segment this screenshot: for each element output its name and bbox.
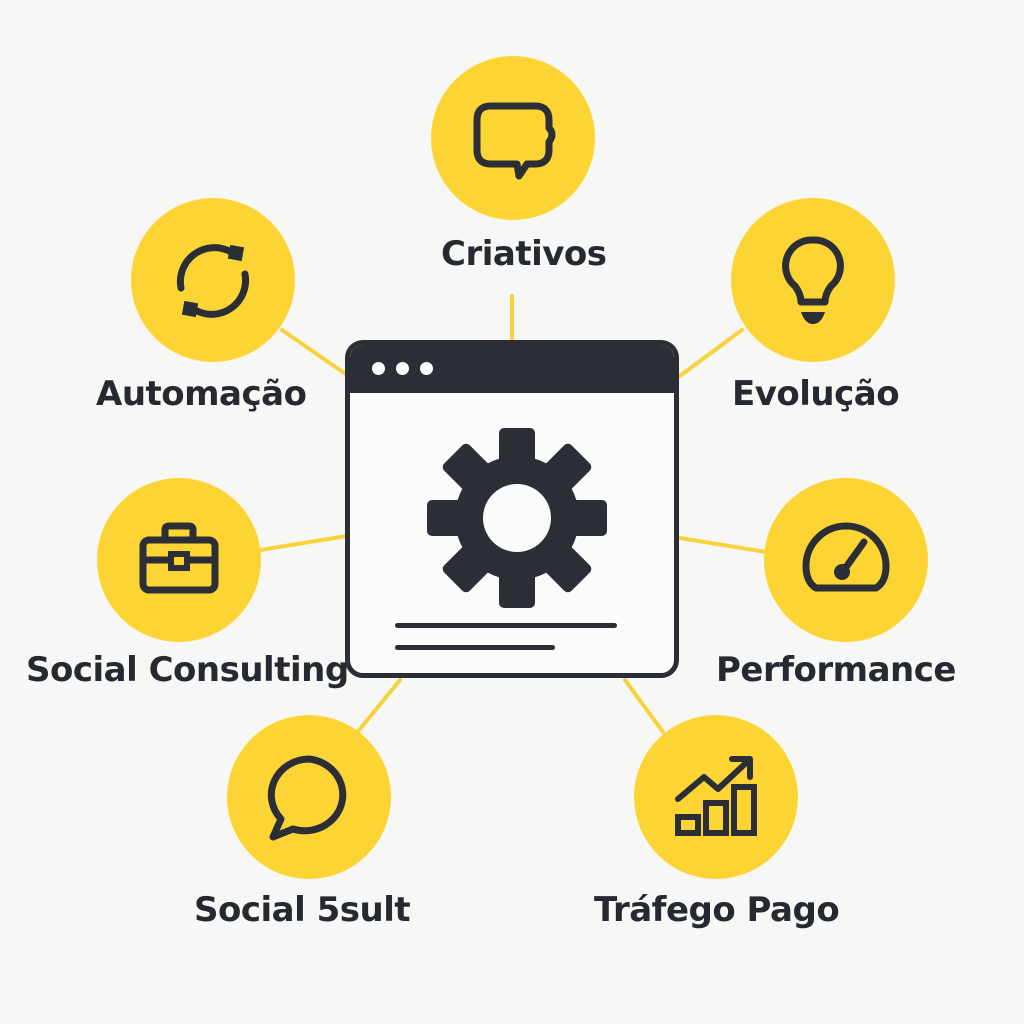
connector-evolucao — [675, 328, 744, 380]
gear-icon — [422, 423, 612, 617]
briefcase-icon — [139, 522, 219, 594]
lightbulb-icon — [782, 236, 844, 324]
label-social-5sult: Social 5sult — [194, 890, 411, 930]
speedometer-icon — [802, 522, 890, 592]
window-control-dot — [396, 362, 409, 375]
connector-automacao — [280, 328, 349, 377]
connector-social-consulting — [258, 534, 349, 552]
label-criativos: Criativos — [441, 234, 607, 274]
label-social-consulting: Social Consulting — [26, 650, 349, 690]
window-titlebar — [350, 345, 674, 393]
window-text-line — [395, 623, 617, 628]
growth-chart-icon — [675, 756, 757, 836]
connector-social-5sult — [353, 678, 402, 737]
chat-bubble-icon — [473, 102, 556, 180]
node-social-consulting[interactable] — [97, 478, 261, 642]
label-performance: Performance — [716, 650, 956, 690]
label-trafego-pago: Tráfego Pago — [594, 890, 840, 930]
label-evolucao: Evolução — [732, 374, 900, 414]
connector-trafego-pago — [623, 678, 665, 734]
connector-performance — [678, 536, 768, 554]
window-control-dot — [420, 362, 433, 375]
refresh-cycle-icon — [176, 244, 250, 318]
node-automacao[interactable] — [131, 198, 295, 362]
node-performance[interactable] — [764, 478, 928, 642]
window-text-line — [395, 645, 555, 650]
window-control-dot — [372, 362, 385, 375]
central-app-window — [345, 340, 679, 678]
node-social-5sult[interactable] — [227, 715, 391, 879]
node-criativos[interactable] — [431, 56, 595, 220]
node-evolucao[interactable] — [731, 198, 895, 362]
label-automacao: Automação — [96, 374, 307, 414]
node-trafego-pago[interactable] — [634, 715, 798, 879]
diagram: Criativos Automação Evolução Social Cons… — [0, 0, 1024, 1024]
speech-bubble-icon — [267, 755, 347, 841]
